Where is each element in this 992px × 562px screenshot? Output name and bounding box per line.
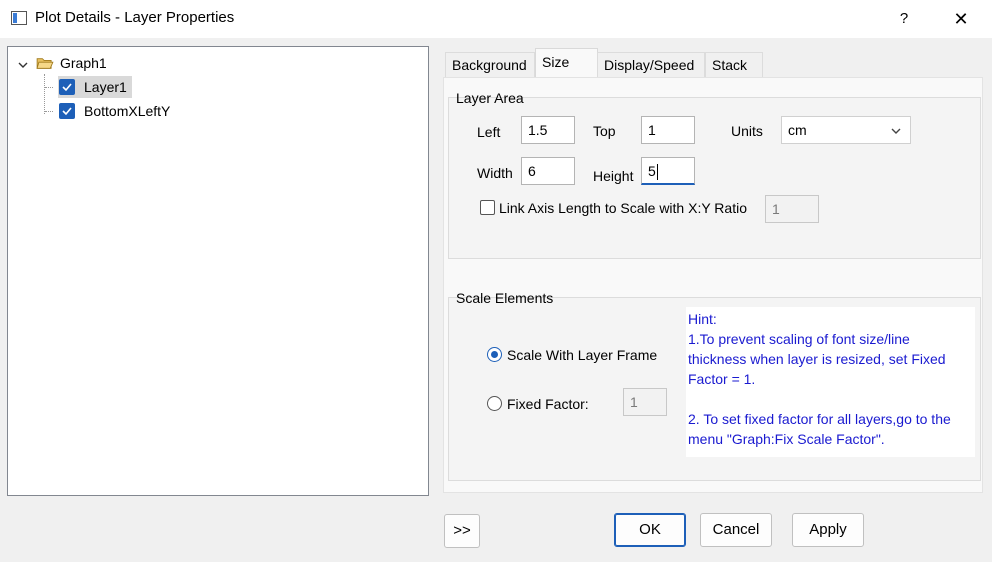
hint-text-1: 1.To prevent scaling of font size/line t… (688, 331, 946, 387)
left-input[interactable]: 1.5 (521, 116, 575, 144)
scale-elements-group-label: Scale Elements (456, 290, 554, 306)
top-label: Top (593, 123, 616, 139)
hint-title: Hint: (688, 311, 717, 327)
window-title: Plot Details - Layer Properties (35, 9, 235, 26)
top-input[interactable]: 1 (641, 116, 695, 144)
hint-spacer (688, 389, 973, 409)
cancel-button[interactable]: Cancel (700, 513, 772, 547)
help-button[interactable]: ? (886, 6, 922, 32)
left-label: Left (477, 124, 501, 140)
tree-item-layer1[interactable]: Layer1 (58, 76, 132, 98)
app-window-icon (11, 11, 27, 25)
width-input[interactable]: 6 (521, 157, 575, 185)
scale-with-frame-radio[interactable] (487, 347, 502, 362)
chevron-down-icon (891, 128, 901, 134)
link-axis-checkbox[interactable] (480, 200, 495, 215)
chevron-down-icon[interactable] (17, 59, 29, 71)
tab-background[interactable]: Background (445, 52, 535, 77)
height-label: Height (593, 168, 634, 184)
tree-connector (45, 87, 53, 88)
fixed-factor-label: Fixed Factor: (507, 396, 589, 412)
units-label: Units (731, 123, 763, 139)
text-caret (656, 164, 658, 181)
hint-text-2: 2. To set fixed factor for all layers,go… (688, 411, 951, 447)
tab-stack[interactable]: Stack (705, 52, 763, 77)
apply-button[interactable]: Apply (792, 513, 864, 547)
ok-button[interactable]: OK (614, 513, 686, 547)
tree-connector (45, 111, 53, 112)
tree-item-label: Layer1 (84, 79, 127, 95)
height-input-value: 5 (648, 163, 656, 179)
tree-root-graph1[interactable]: Graph1 (60, 52, 107, 74)
tree-connector (44, 74, 45, 114)
ratio-input: 1 (765, 195, 819, 223)
layer-area-group-label: Layer Area (456, 90, 524, 106)
open-folder-icon (36, 58, 54, 69)
units-select[interactable]: cm (781, 116, 911, 144)
hint-box: Hint: 1.To prevent scaling of font size/… (686, 307, 975, 457)
scale-with-frame-label: Scale With Layer Frame (507, 347, 658, 363)
tree-item-label: BottomXLeftY (84, 103, 171, 119)
width-label: Width (477, 165, 513, 181)
close-button[interactable]: ✕ (943, 6, 979, 32)
fixed-factor-input: 1 (623, 388, 667, 416)
title-bar: Plot Details - Layer Properties ? ✕ (0, 0, 992, 38)
layer-tree-panel[interactable]: Graph1 Layer1 BottomXLeftY (7, 46, 429, 496)
layer1-checkbox[interactable] (59, 79, 75, 95)
fixed-factor-radio[interactable] (487, 396, 502, 411)
units-selected-value: cm (788, 122, 807, 138)
link-axis-label: Link Axis Length to Scale with X:Y Ratio (499, 200, 747, 216)
tree-item-bottomxlefty[interactable]: BottomXLeftY (58, 100, 198, 122)
height-input[interactable]: 5 (641, 157, 695, 185)
tab-display-speed[interactable]: Display/Speed (597, 52, 705, 77)
expand-button[interactable]: >> (444, 514, 480, 548)
bottomxlefty-checkbox[interactable] (59, 103, 75, 119)
tab-size[interactable]: Size (535, 48, 598, 78)
